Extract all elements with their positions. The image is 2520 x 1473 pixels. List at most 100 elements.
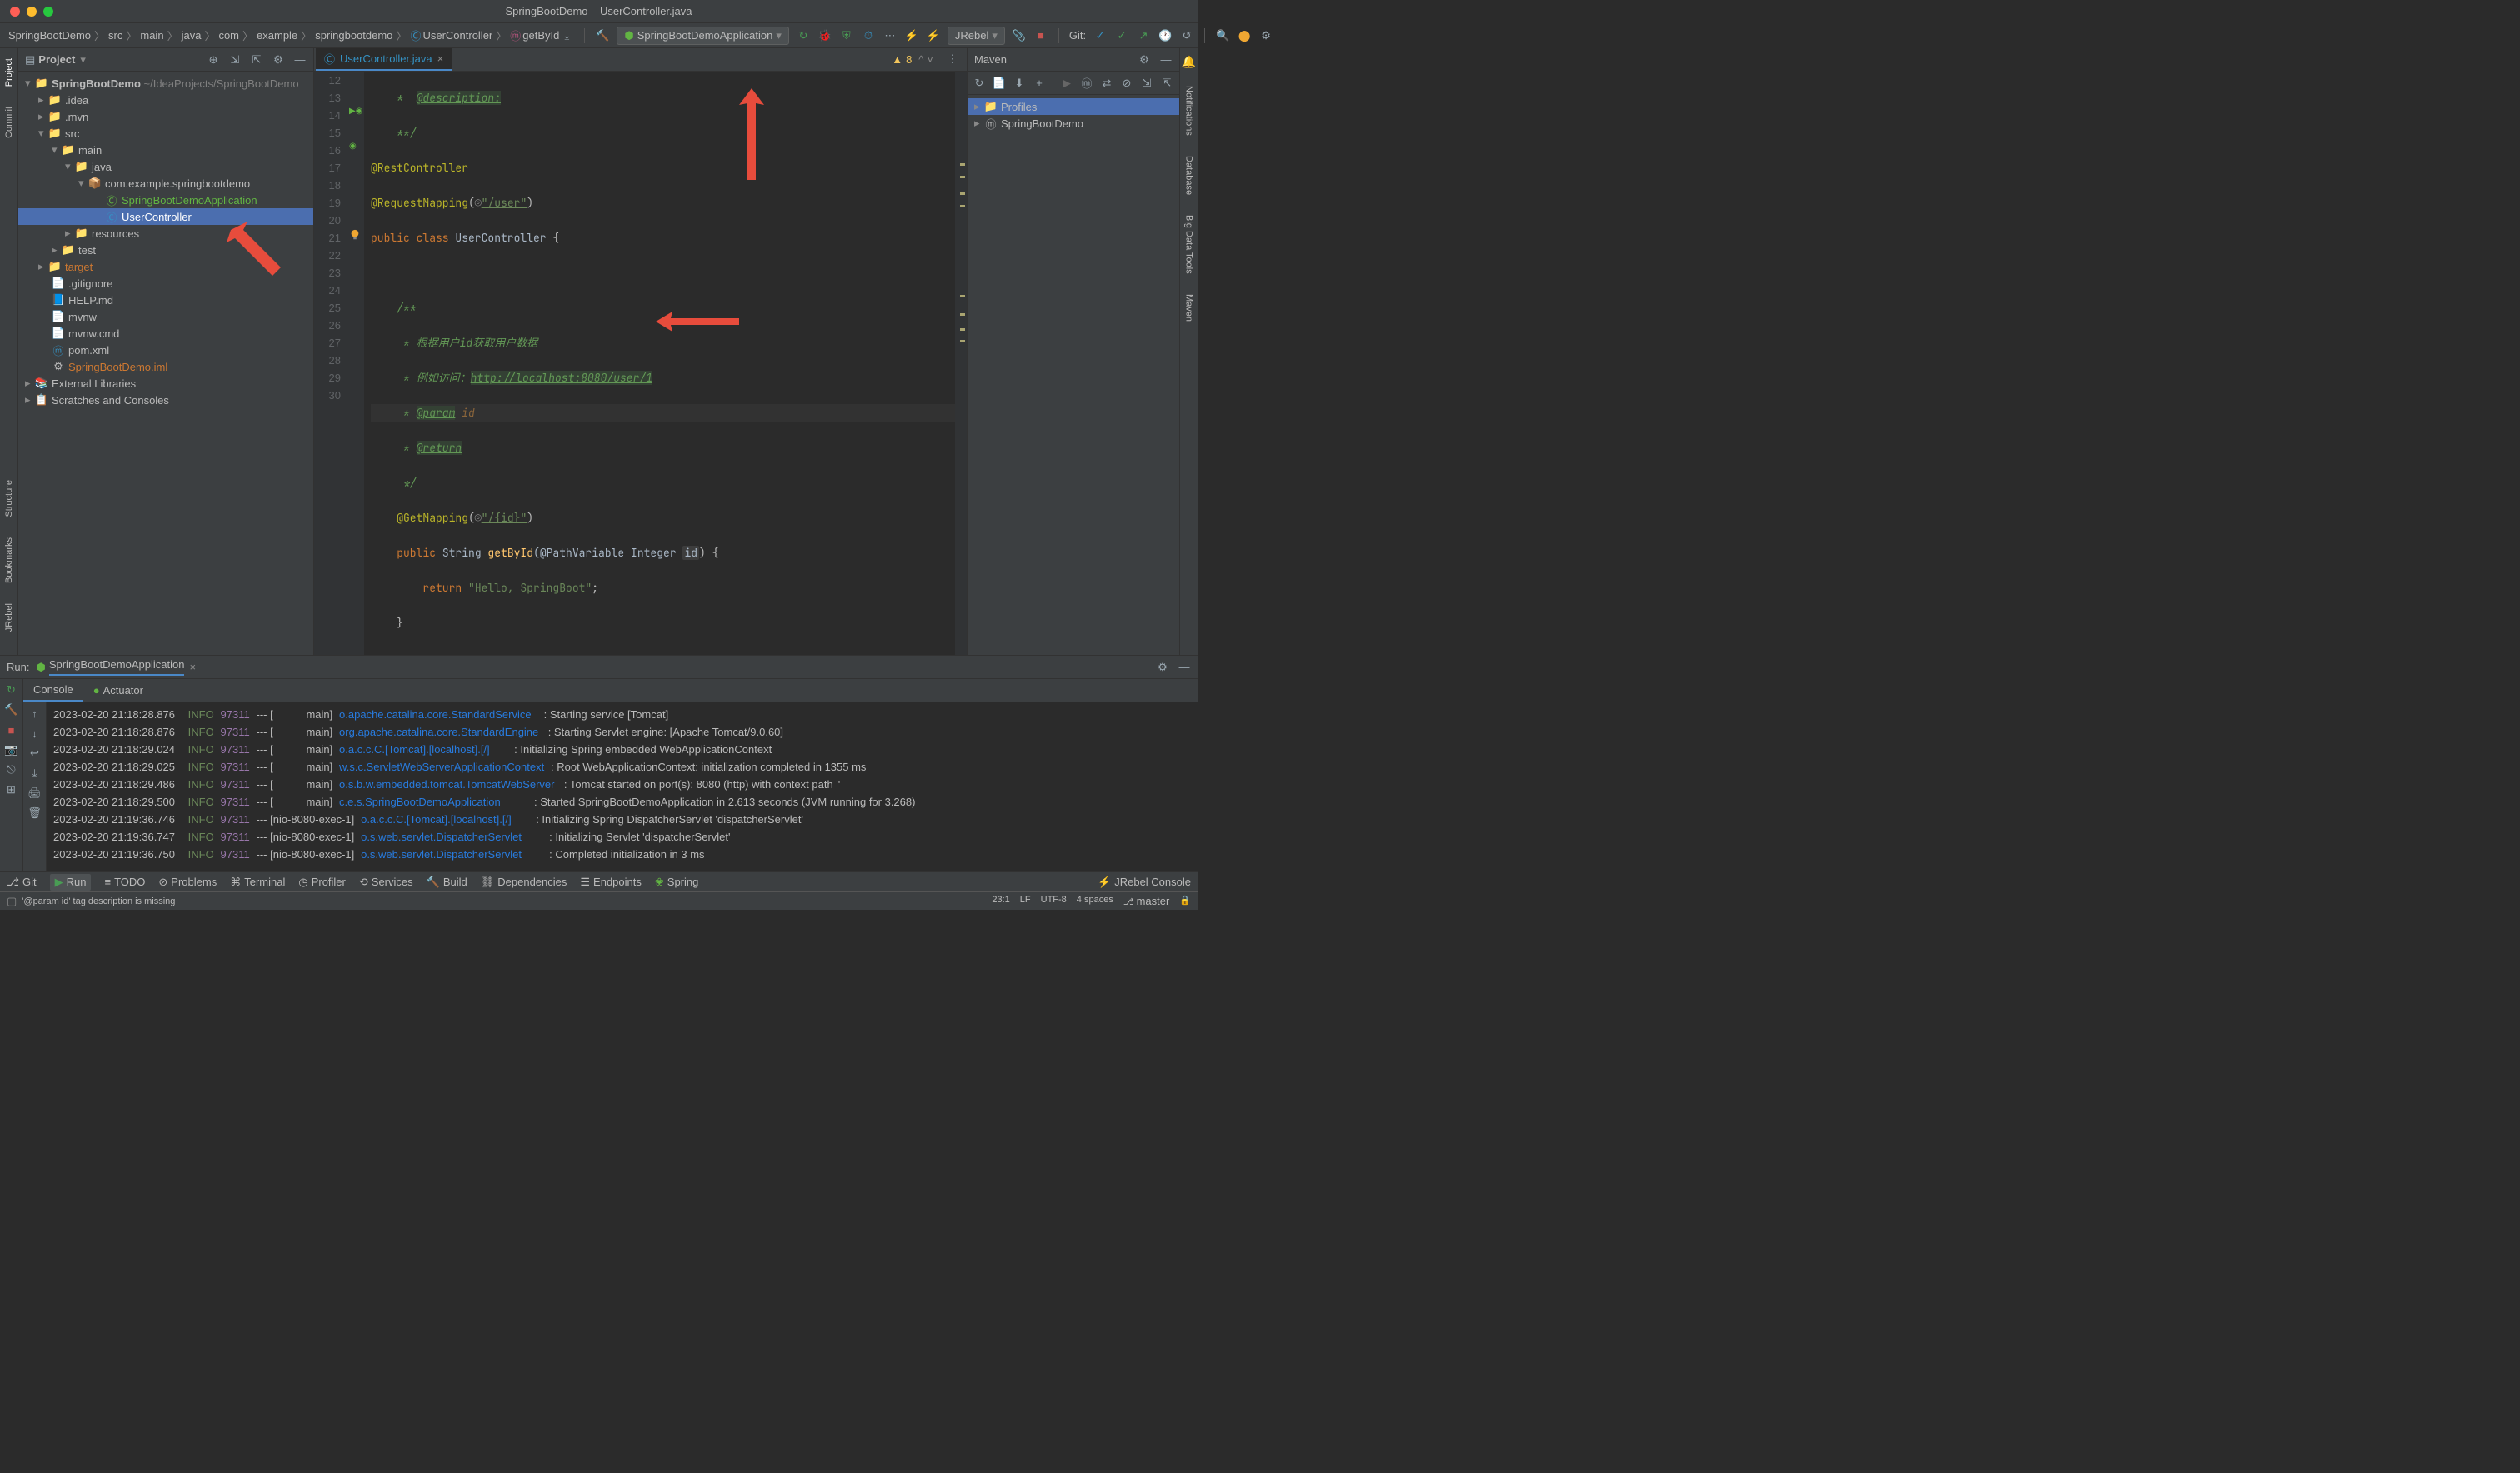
services-tool[interactable]: ⟲Services [359,876,413,889]
tree-class-selected[interactable]: ⒸUserController [18,208,313,225]
jrebel-selector[interactable]: JRebel ▾ [948,27,1005,45]
spring-bean-icon[interactable]: ◉ [349,142,357,151]
console-tab[interactable]: Console [23,679,83,702]
breadcrumb-item[interactable]: example [257,29,298,42]
collapse-all-icon[interactable]: ⇱ [250,53,263,67]
hide-icon[interactable]: — [1159,53,1172,67]
run-settings-icon[interactable]: ⚙ [1156,661,1169,674]
close-window-icon[interactable] [10,7,20,17]
maximize-window-icon[interactable] [43,7,53,17]
rollback-icon[interactable]: ↺ [1179,28,1194,43]
history-icon[interactable]: 🕐 [1158,28,1172,43]
commit-icon[interactable]: ✓ [1114,28,1129,43]
run-tool[interactable]: ▶Run [50,874,92,891]
soft-wrap-icon[interactable]: ↩ [28,746,42,761]
close-run-tab-icon[interactable]: × [189,661,196,673]
execute-goal-icon[interactable]: ⓜ [1080,77,1093,90]
jrebel-run-icon[interactable]: ⚡ [904,28,919,43]
tree-file[interactable]: ⓜpom.xml [18,342,313,358]
commit-tab[interactable]: Commit [4,103,14,142]
run-config-selector[interactable]: ⬢ SpringBootDemoApplication ▾ [617,27,789,45]
bigdata-tab[interactable]: Big Data Tools [1184,212,1194,277]
breadcrumb-item[interactable]: getById [522,29,559,42]
git-tool[interactable]: ⎇Git [7,876,37,889]
more-run-icon[interactable]: ⋯ [882,28,898,43]
maven-settings-icon[interactable]: ⚙ [1138,53,1151,67]
run-gutter-icon[interactable]: ▶◉ [349,107,362,116]
clear-icon[interactable]: 🗑 [28,806,42,821]
hot-reload-icon[interactable]: 🔨 [4,702,19,717]
console-output[interactable]: 2023-02-20 21:18:28.876 INFO 97311 --- [… [47,702,1198,871]
actuator-tab[interactable]: ●Actuator [83,679,153,702]
tree-file[interactable]: 📄.gitignore [18,275,313,292]
notifications-tab[interactable]: Notifications [1184,82,1194,139]
run-icon[interactable]: ↻ [796,28,811,43]
breadcrumb-item[interactable]: java [182,29,202,42]
tree-folder[interactable]: ▸📁.idea [18,92,313,108]
download-sources-icon[interactable]: ⬇ [1012,77,1026,90]
tree-file[interactable]: 📄mvnw.cmd [18,325,313,342]
print-icon[interactable]: 🖨 [28,786,42,801]
reload-icon[interactable]: ↻ [972,77,986,90]
maven-project[interactable]: ▸ⓜSpringBootDemo [968,115,1179,132]
maven-tree[interactable]: ▸📁Profiles ▸ⓜSpringBootDemo [968,95,1179,655]
tree-folder[interactable]: ▾📁main [18,142,313,158]
tree-file[interactable]: 📄mvnw [18,308,313,325]
tree-scratches[interactable]: ▸📋Scratches and Consoles [18,392,313,408]
breadcrumb-item[interactable]: src [108,29,122,42]
add-maven-icon[interactable]: + [1032,77,1046,90]
structure-tab[interactable]: Structure [4,477,14,521]
show-deps-icon[interactable]: ⇲ [1140,77,1153,90]
select-opened-icon[interactable]: ⊕ [207,53,220,67]
settings-icon[interactable]: ⚙ [272,53,285,67]
hide-icon[interactable]: — [1178,661,1191,674]
code-editor[interactable]: * @description: **/ @RestController @Req… [364,72,955,655]
exit-icon[interactable]: ⎋ [4,762,19,777]
bookmarks-tab[interactable]: Bookmarks [4,534,14,587]
stop-icon[interactable]: ■ [4,722,19,737]
run-maven-icon[interactable]: ▶ [1060,77,1073,90]
ide-updates-icon[interactable]: ⬤ [1237,28,1252,43]
stop-icon[interactable]: ■ [1033,28,1048,43]
hide-icon[interactable]: — [293,53,307,67]
minimize-window-icon[interactable] [27,7,37,17]
tree-file[interactable]: ⚙SpringBootDemo.iml [18,358,313,375]
notifications-icon[interactable]: 🔔 [1182,55,1196,69]
tree-folder[interactable]: ▸📁test [18,242,313,258]
jrebel-tab[interactable]: JRebel [4,600,14,635]
error-stripe[interactable] [955,72,967,655]
indent-setting[interactable]: 4 spaces [1077,895,1113,907]
inspection-summary[interactable]: ▲8 ^˅ [887,52,938,67]
up-icon[interactable]: ↑ [28,706,42,721]
todo-tool[interactable]: ≡TODO [104,876,145,888]
maven-tab[interactable]: Maven [1184,291,1194,325]
toggle-offline-icon[interactable]: ⇄ [1100,77,1113,90]
coverage-icon[interactable]: ⛨ [839,28,854,43]
tree-external-libs[interactable]: ▸📚External Libraries [18,375,313,392]
run-target[interactable]: SpringBootDemoApplication [49,658,185,676]
debug-icon[interactable]: 🐞 [818,28,832,43]
caret-position[interactable]: 23:1 [992,895,1009,907]
spring-tool[interactable]: ❀Spring [655,876,698,889]
tree-file[interactable]: 📘HELP.md [18,292,313,308]
tree-folder[interactable]: ▸📁.mvn [18,108,313,125]
deps-tool[interactable]: ⛓Dependencies [481,876,568,889]
down-icon[interactable]: ↓ [28,726,42,741]
jrebel-debug-icon[interactable]: ⚡ [926,28,941,43]
jrebel-console-tool[interactable]: ⚡JRebel Console [1098,876,1191,889]
settings-icon[interactable]: ⚙ [1258,28,1273,43]
profile-icon[interactable]: ⏱ [861,28,876,43]
line-separator[interactable]: LF [1020,895,1031,907]
maven-profiles[interactable]: ▸📁Profiles [968,98,1179,115]
tree-class[interactable]: ⒸSpringBootDemoApplication [18,192,313,208]
breadcrumb-item[interactable]: main [140,29,163,42]
profiler-tool[interactable]: ◷Profiler [298,876,346,889]
tree-root[interactable]: ▾📁SpringBootDemo ~/IdeaProjects/SpringBo… [18,75,313,92]
layout-icon[interactable]: ⊞ [4,782,19,797]
intention-bulb-icon[interactable] [349,229,361,243]
breadcrumb-item[interactable]: springbootdemo [315,29,392,42]
editor-menu-icon[interactable]: ⋮ [945,52,960,67]
project-tree[interactable]: ▾📁SpringBootDemo ~/IdeaProjects/SpringBo… [18,72,313,655]
tree-folder[interactable]: ▸📁resources [18,225,313,242]
update-project-icon[interactable]: ✓ [1092,28,1108,43]
